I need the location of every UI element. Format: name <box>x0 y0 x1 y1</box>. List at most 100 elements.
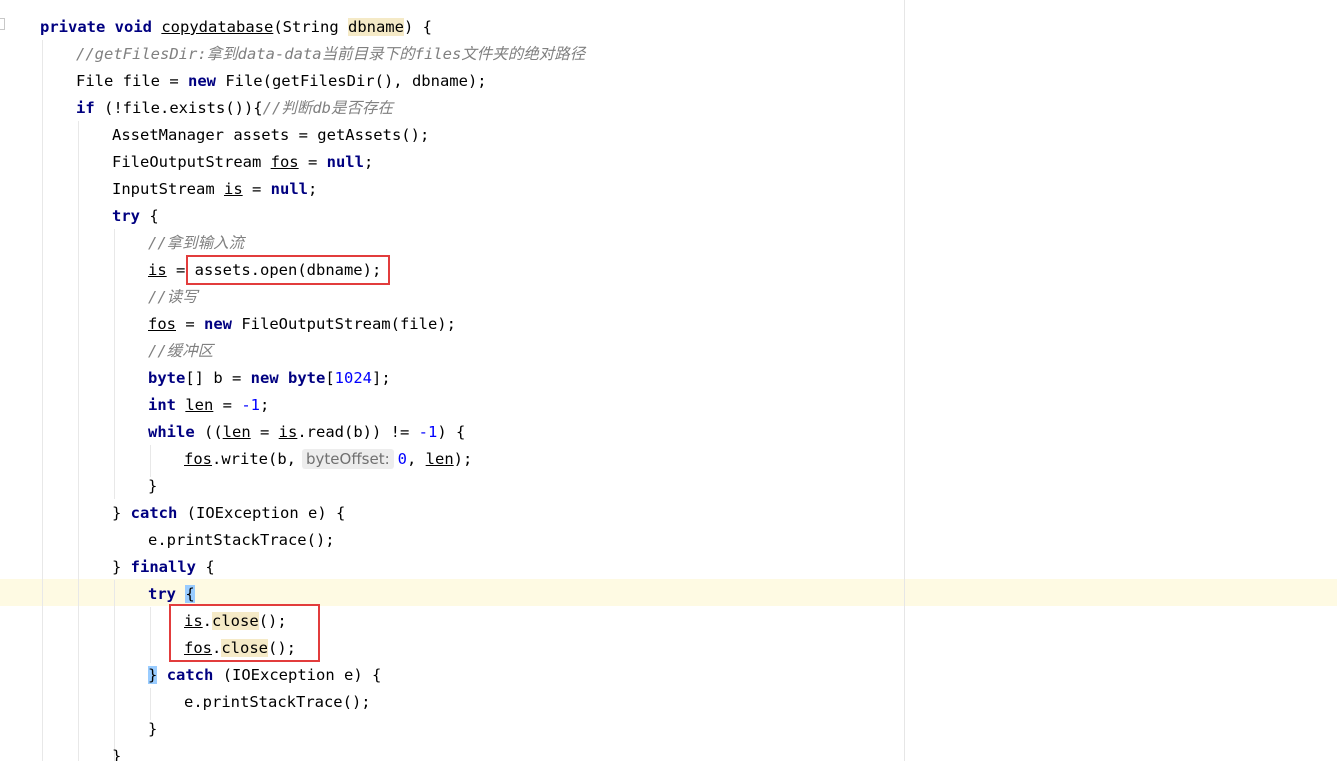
keyword: if <box>76 99 95 117</box>
number-literal: -1 <box>241 396 261 414</box>
keyword: void <box>114 18 152 36</box>
code-line-20[interactable]: e.printStackTrace(); <box>148 527 335 554</box>
code-text: e.printStackTrace(); <box>148 531 335 549</box>
code-line-14[interactable]: byte[] b = new byte[1024]; <box>148 365 391 392</box>
code-text: { <box>140 207 159 225</box>
code-text: , <box>406 450 426 468</box>
indent-guide <box>42 40 43 761</box>
code-line-2[interactable]: //getFilesDir:拿到data-data当前目录下的files文件夹的… <box>76 41 585 68</box>
code-text: } <box>112 558 131 576</box>
code-text: = <box>176 315 204 333</box>
code-text: InputStream <box>112 180 224 198</box>
code-line-19[interactable]: } catch (IOException e) { <box>112 500 345 527</box>
code-line-16[interactable]: while ((len = is.read(b)) != -1) { <box>148 419 465 446</box>
number-literal: 1024 <box>334 369 372 387</box>
code-text: .read(b)) != <box>297 423 419 441</box>
param-name: dbname <box>347 18 404 36</box>
code-text: ; <box>307 180 318 198</box>
matched-brace: { <box>185 585 195 603</box>
keyword: try <box>112 207 140 225</box>
parameter-hint: byteOffset: <box>302 449 394 469</box>
annotation-box-assets-open <box>186 255 390 285</box>
keyword: new <box>187 72 216 90</box>
code-text: (IOException e) { <box>213 666 382 684</box>
code-editor[interactable]: private void copydatabase(String dbname)… <box>0 0 1337 761</box>
keyword: new <box>250 369 279 387</box>
keyword: null <box>270 180 308 198</box>
keyword: byte <box>288 369 326 387</box>
code-text: ]; <box>372 369 391 387</box>
indent-guide <box>114 580 115 761</box>
code-text: (( <box>194 423 223 441</box>
code-text: ); <box>453 450 473 468</box>
keyword: null <box>326 153 364 171</box>
code-comment: //getFilesDir:拿到data-data当前目录下的files文件夹的… <box>76 45 586 63</box>
code-text: [] b = <box>185 369 251 387</box>
variable: fos <box>148 315 176 333</box>
code-comment: //缓冲区 <box>148 342 214 360</box>
code-text: FileOutputStream(file); <box>232 315 456 333</box>
variable: is <box>278 423 298 441</box>
code-line-15[interactable]: int len = -1; <box>148 392 269 419</box>
number-literal: 0 <box>397 450 407 468</box>
keyword: new <box>204 315 232 333</box>
code-line-13[interactable]: //缓冲区 <box>148 338 213 365</box>
code-text: = <box>298 153 327 171</box>
code-text: ; <box>363 153 374 171</box>
code-text: (!file.exists()){ <box>94 99 263 117</box>
code-line-26[interactable]: e.printStackTrace(); <box>184 689 371 716</box>
code-text: .write(b, <box>212 450 296 468</box>
code-line-1[interactable]: private void copydatabase(String dbname)… <box>40 14 432 41</box>
indent-guide <box>150 607 151 663</box>
code-text: } <box>112 504 131 522</box>
keyword: try <box>148 585 176 603</box>
code-text: = <box>242 180 271 198</box>
code-line-8[interactable]: try { <box>112 203 159 230</box>
fold-marker-icon[interactable] <box>0 18 5 30</box>
code-line-4[interactable]: if (!file.exists()){//判断db是否存在 <box>76 95 393 122</box>
code-line-5[interactable]: AssetManager assets = getAssets(); <box>112 122 429 149</box>
code-text: ) { <box>437 423 466 441</box>
keyword: finally <box>130 558 196 576</box>
code-text: (String <box>273 18 348 36</box>
keyword: private <box>40 18 106 36</box>
code-text: e.printStackTrace(); <box>184 693 371 711</box>
code-line-21[interactable]: } finally { <box>112 554 215 581</box>
code-line-27[interactable]: } <box>148 716 157 743</box>
code-text: = <box>250 423 279 441</box>
code-text: } <box>148 477 158 495</box>
indent-guide <box>114 229 115 499</box>
code-text: } <box>112 747 122 761</box>
code-text: = <box>213 396 242 414</box>
code-line-12[interactable]: fos = new FileOutputStream(file); <box>148 311 456 338</box>
code-line-6[interactable]: FileOutputStream fos = null; <box>112 149 373 176</box>
code-line-28[interactable]: } <box>112 743 121 761</box>
variable: len <box>185 396 214 414</box>
code-comment: //读写 <box>148 288 198 306</box>
keyword: while <box>148 423 195 441</box>
indent-guide <box>78 121 79 761</box>
variable: is <box>223 180 243 198</box>
code-line-9[interactable]: //拿到输入流 <box>148 230 244 257</box>
code-line-17[interactable]: fos.write(b, byteOffset: 0, len); <box>184 446 472 473</box>
code-line-18[interactable]: } <box>148 473 157 500</box>
code-text: File file = <box>76 72 188 90</box>
number-literal: -1 <box>418 423 438 441</box>
code-line-7[interactable]: InputStream is = null; <box>112 176 317 203</box>
code-line-11[interactable]: //读写 <box>148 284 198 311</box>
code-text: { <box>196 558 215 576</box>
keyword: catch <box>166 666 214 684</box>
code-text: } <box>148 720 158 738</box>
matched-brace: } <box>148 666 158 684</box>
code-line-25[interactable]: } catch (IOException e) { <box>148 662 381 689</box>
code-line-3[interactable]: File file = new File(getFilesDir(), dbna… <box>76 68 487 95</box>
code-comment: //拿到输入流 <box>148 234 245 252</box>
variable: len <box>425 450 454 468</box>
code-text: (IOException e) { <box>177 504 346 522</box>
code-comment: //判断db是否存在 <box>262 99 393 117</box>
code-text: ) { <box>403 18 432 36</box>
